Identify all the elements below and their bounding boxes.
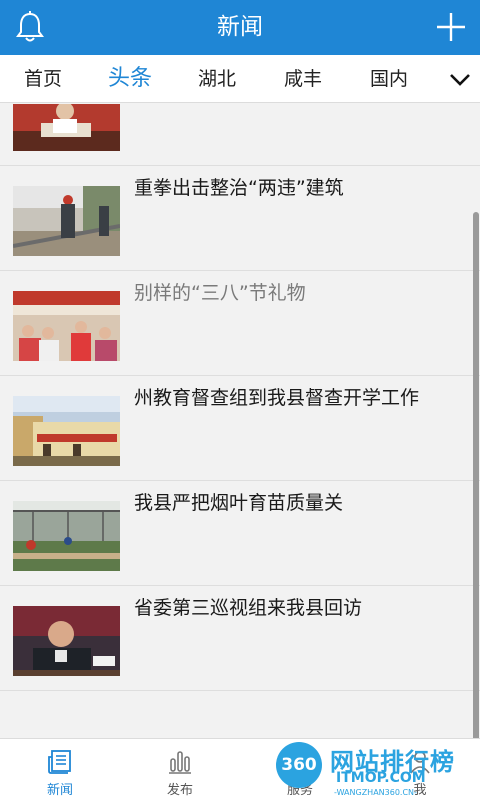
news-thumbnail [13,186,120,256]
watermark-site: ITMOP.COM [336,770,426,786]
app-header: 新闻 [0,0,480,55]
newspaper-icon [48,750,71,774]
watermark-url: -WANGZHAN360.CN- [334,788,417,797]
nav-news-label: 新闻 [46,783,73,798]
page-title: 新闻 [217,14,263,40]
news-thumbnail [13,396,120,466]
news-headline: 省委第三巡视组来我县回访 [134,597,363,619]
news-headline: 州教育督查组到我县督查开学工作 [134,387,420,409]
tab-home[interactable]: 首页 [0,55,86,103]
category-tabs: 首页 头条 湖北 咸丰 国内 [0,55,480,103]
bar-chart-icon [169,751,191,774]
list-item[interactable]: 省委第三巡视组来我县回访 [0,586,480,691]
news-thumbnail [13,606,120,676]
news-headline: 重拳出击整治“两违”建筑 [134,177,344,199]
chevron-down-icon[interactable] [448,67,472,91]
nav-news[interactable]: 新闻 [0,739,120,800]
news-headline: 我县严把烟叶育苗质量关 [134,492,344,514]
watermark: 360 网站排行榜 ITMOP.COM -WANGZHAN360.CN- [276,740,480,800]
list-item[interactable] [0,104,480,166]
list-item[interactable]: 重拳出击整治“两违”建筑 [0,166,480,271]
news-headline: 别样的“三八”节礼物 [134,282,306,304]
news-thumbnail [13,104,120,151]
tab-domestic[interactable]: 国内 [346,55,432,103]
nav-publish[interactable]: 发布 [120,739,240,800]
watermark-logo: 360 [276,742,322,788]
tab-hubei[interactable]: 湖北 [174,55,260,103]
list-item[interactable]: 州教育督查组到我县督查开学工作 [0,376,480,481]
tab-xianfeng[interactable]: 咸丰 [260,55,346,103]
scrollbar[interactable] [473,212,479,738]
news-thumbnail [13,501,120,571]
list-item[interactable]: 别样的“三八”节礼物 [0,271,480,376]
plus-icon[interactable] [434,10,468,44]
list-item[interactable]: 我县严把烟叶育苗质量关 [0,481,480,586]
tab-headlines[interactable]: 头条 [86,55,174,103]
nav-publish-label: 发布 [166,783,193,798]
news-list[interactable]: 重拳出击整治“两违”建筑 别样的“三八”节礼物 州教育督查组到我县督查开学工作 … [0,104,480,738]
news-thumbnail [13,291,120,361]
